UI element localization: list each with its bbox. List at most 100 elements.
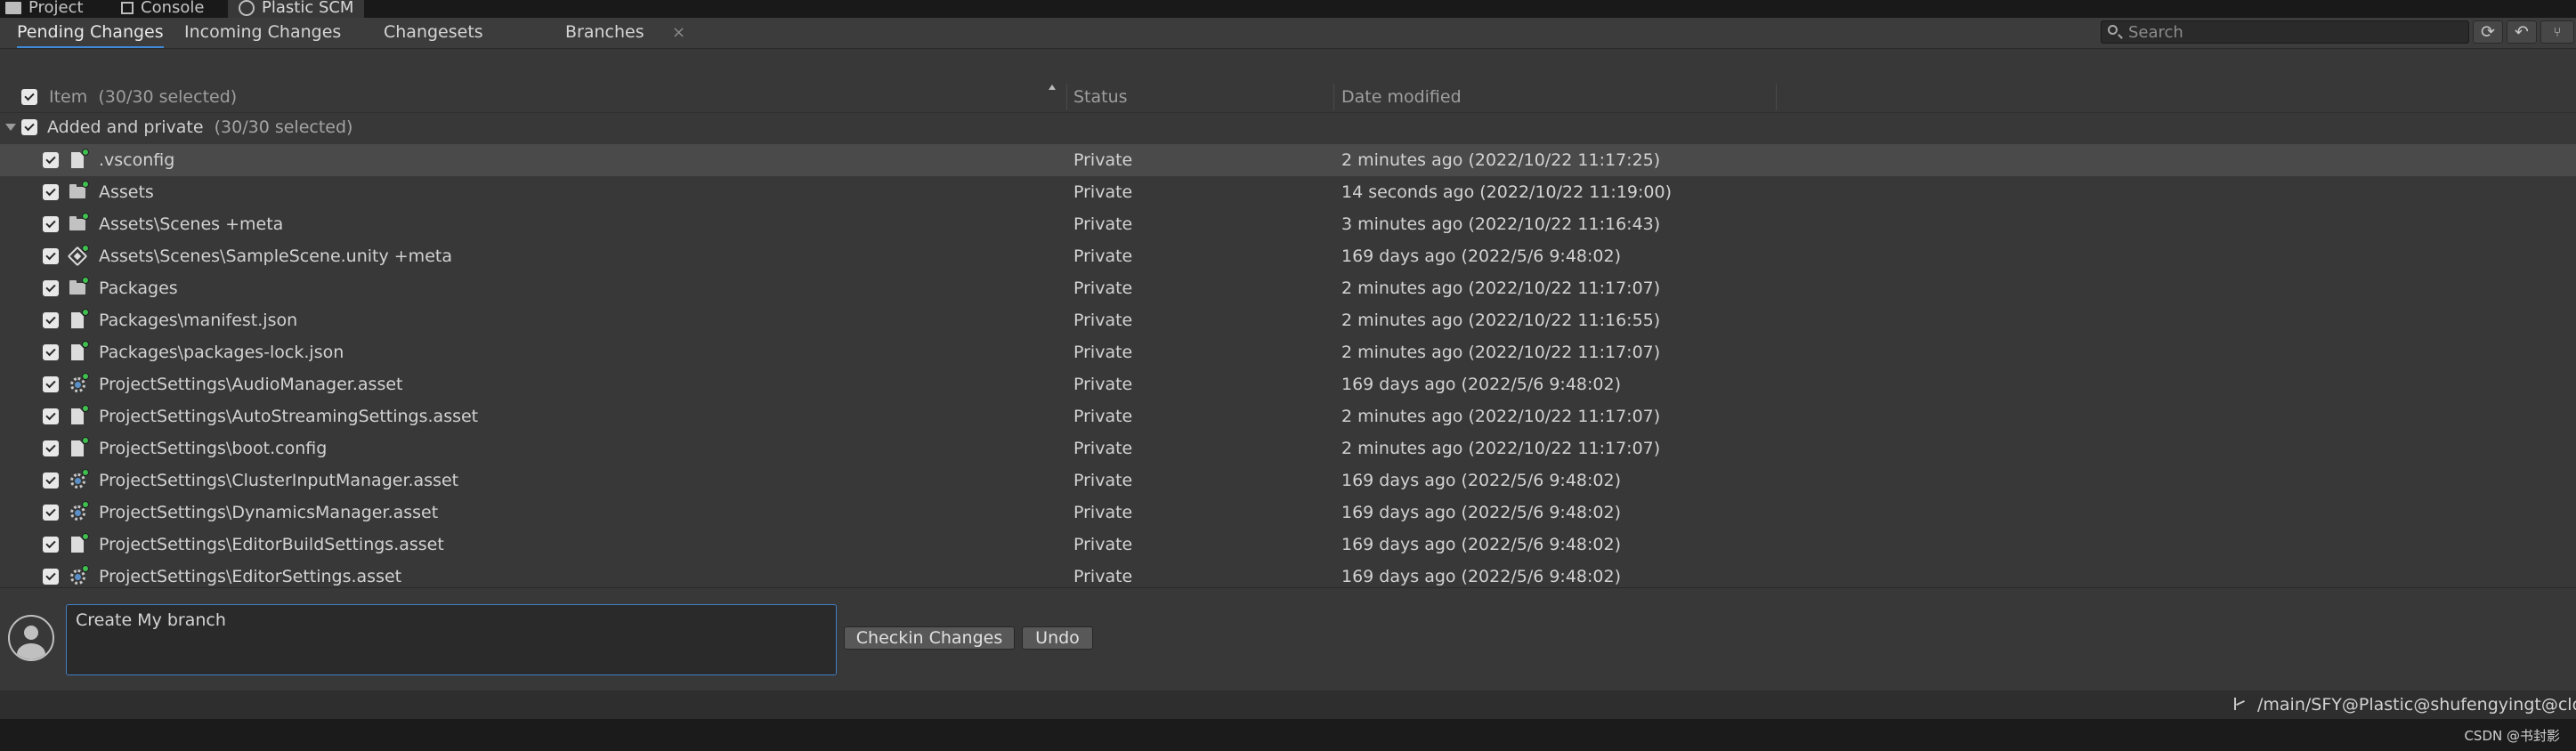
row-status: Private [1073,150,1133,170]
row-date-modified: 2 minutes ago (2022/10/22 11:16:55) [1341,311,1661,330]
row-item-name: ProjectSettings\AudioManager.asset [99,375,403,394]
checkin-changes-button[interactable]: Checkin Changes [844,626,1015,650]
refresh-button[interactable]: ⟳ [2473,20,2503,44]
row-date-modified: 169 days ago (2022/5/6 9:48:02) [1341,471,1622,490]
row-checkbox[interactable] [43,312,59,328]
file-icon [69,309,89,330]
search-input[interactable] [2128,21,2458,43]
added-badge-icon [82,181,89,188]
row-checkbox[interactable] [43,537,59,553]
window-tab-project[interactable]: Project [5,0,84,18]
table-row[interactable]: Assets Private 14 seconds ago (2022/10/22 … [0,176,2576,208]
select-all-checkbox[interactable] [21,89,37,105]
group-name: Added and private [47,117,204,137]
expand-triangle-icon[interactable] [5,124,16,131]
added-badge-icon [82,277,89,284]
column-header-item[interactable]: Item (30/30 selected) [49,82,237,112]
column-divider[interactable] [1333,84,1334,110]
row-status: Private [1073,214,1133,234]
row-checkbox[interactable] [43,408,59,424]
table-row[interactable]: Assets\Scenes +meta Private 3 minutes ago … [0,208,2576,240]
row-date-modified: 169 days ago (2022/5/6 9:48:02) [1341,375,1622,394]
row-checkbox[interactable] [43,344,59,360]
avatar-icon [8,615,54,661]
row-checkbox[interactable] [43,152,59,168]
window-tab-plastic-scm[interactable]: Plastic SCM [228,0,365,18]
branch-options-button[interactable]: ⑂ [2540,20,2574,44]
window-tab-label: Console [141,0,205,17]
close-tab-icon[interactable]: × [672,18,685,48]
table-row[interactable]: Packages Private 2 minutes ago (2022/10/22… [0,272,2576,304]
column-header-status[interactable]: Status [1073,82,1128,112]
group-added-and-private[interactable]: Added and private (30/30 selected) [0,112,2576,143]
row-checkbox[interactable] [43,184,59,200]
added-badge-icon [82,149,89,156]
folder-icon [69,213,89,234]
table-row[interactable]: Packages\manifest.json Private 2 minutes a… [0,304,2576,336]
search-field[interactable] [2101,20,2469,44]
column-divider[interactable] [1776,84,1777,110]
settings-asset-icon [69,373,89,394]
table-row[interactable]: ProjectSettings\AutoStreamingSettings.as… [0,400,2576,432]
table-row[interactable]: ProjectSettings\EditorBuildSettings.asse… [0,529,2576,561]
plastic-scm-icon [239,0,255,16]
undo-changes-button[interactable]: Undo [1022,626,1093,650]
row-checkbox[interactable] [43,248,59,264]
folder-icon [69,181,89,202]
pending-changes-table: Item (30/30 selected) Status Date modifi… [0,82,2576,587]
row-checkbox[interactable] [43,376,59,392]
row-item-name: ProjectSettings\EditorBuildSettings.asse… [99,535,444,554]
row-checkbox[interactable] [43,216,59,232]
group-checkbox[interactable] [21,119,37,135]
tab-branches[interactable]: Branches [565,18,644,46]
table-row[interactable]: Assets\Scenes\SampleScene.unity +meta Pri… [0,240,2576,272]
row-checkbox[interactable] [43,440,59,456]
window-tab-label: Project [28,0,84,17]
row-date-modified: 169 days ago (2022/5/6 9:48:02) [1341,535,1622,554]
branch-options-icon: ⑂ [2553,24,2562,40]
row-status: Private [1073,471,1133,490]
tab-pending-changes[interactable]: Pending Changes [17,18,164,48]
undo-button[interactable]: ↶ [2507,20,2537,44]
row-item-name: Assets\Scenes +meta [99,214,284,234]
table-row[interactable]: ProjectSettings\AudioManager.asset Privat… [0,368,2576,400]
added-badge-icon [82,501,89,508]
row-checkbox[interactable] [43,472,59,489]
file-icon [69,341,89,362]
tab-changesets[interactable]: Changesets [384,18,483,46]
row-status: Private [1073,503,1133,522]
group-count: (30/30 selected) [214,117,353,137]
table-row[interactable]: ProjectSettings\boot.config Private 2 minu… [0,432,2576,464]
table-row[interactable]: ProjectSettings\ClusterInputManager.asse… [0,464,2576,497]
workspace-branch-label[interactable]: /main/SFY@Plastic@shufengyingt@cloud [2257,690,2576,719]
row-checkbox[interactable] [43,280,59,296]
search-icon [2108,25,2118,35]
folder-icon [69,277,89,298]
undo-icon: ↶ [2515,22,2529,42]
row-item-name: Packages\packages-lock.json [99,343,344,362]
tab-incoming-changes[interactable]: Incoming Changes [184,18,341,46]
file-icon [69,533,89,554]
row-checkbox[interactable] [43,505,59,521]
checkin-comment-field[interactable]: Create My branch [66,604,837,675]
column-divider[interactable] [1066,84,1067,110]
column-header-date[interactable]: Date modified [1341,82,1462,112]
row-status: Private [1073,182,1133,202]
row-status: Private [1073,279,1133,298]
table-row[interactable]: ProjectSettings\DynamicsManager.asset Pri… [0,497,2576,529]
added-badge-icon [82,533,89,540]
column-header-row: Item (30/30 selected) Status Date modifi… [0,82,2576,113]
table-row[interactable]: .vsconfig Private 2 minutes ago (2022/10/2… [0,144,2576,176]
row-item-name: ProjectSettings\ClusterInputManager.asse… [99,471,459,490]
folder-icon [5,2,21,14]
table-row[interactable]: Packages\packages-lock.json Private 2 minu… [0,336,2576,368]
settings-asset-icon [69,469,89,490]
row-item-name: Packages\manifest.json [99,311,298,330]
unity-scene-icon [67,245,89,267]
row-date-modified: 14 seconds ago (2022/10/22 11:19:00) [1341,182,1672,202]
sort-ascending-icon [1049,85,1056,90]
console-icon [121,2,134,14]
window-tab-console[interactable]: Console [121,0,204,18]
row-status: Private [1073,246,1133,266]
row-checkbox[interactable] [43,569,59,585]
